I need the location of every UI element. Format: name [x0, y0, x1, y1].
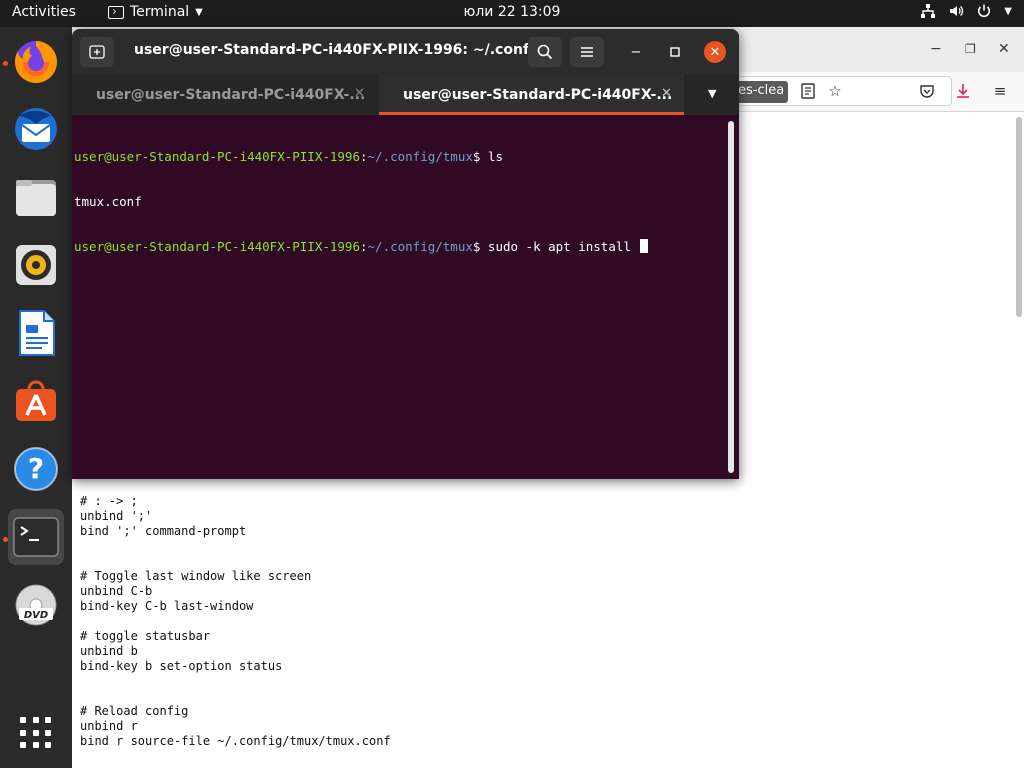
svg-text:DVD: DVD	[24, 610, 48, 621]
command-input[interactable]: $ sudo -k apt install	[473, 239, 639, 254]
terminal-icon	[108, 5, 124, 19]
bookmark-star-icon[interactable]: ☆	[825, 81, 845, 101]
thunderbird-icon[interactable]	[8, 101, 64, 157]
prompt-user: user@user-Standard-PC-i440FX-PIIX-1996	[74, 239, 360, 254]
show-applications-button[interactable]	[20, 717, 52, 749]
app-menu-label: Terminal	[130, 4, 190, 20]
terminal-output[interactable]: user@user-Standard-PC-i440FX-PIIX-1996:~…	[74, 119, 649, 284]
svg-text:?: ?	[28, 452, 44, 485]
prompt-separator: :	[359, 149, 368, 164]
chevron-down-icon[interactable]: ▼	[708, 87, 716, 100]
minimize-button[interactable]: −	[626, 42, 646, 62]
editor-line: bind r source-file ~/.config/tmux/tmux.c…	[80, 734, 391, 748]
dock: ? DVD	[0, 27, 72, 768]
terminal-window: user@user-Standard-PC-i440FX-PIIX-1996: …	[72, 29, 739, 479]
close-button[interactable]: ✕	[704, 41, 726, 63]
chevron-down-icon: ▼	[195, 6, 203, 18]
editor-line: unbind ';'	[80, 509, 153, 523]
volume-icon[interactable]	[948, 3, 964, 19]
clock[interactable]: юли 22 13:09	[464, 4, 561, 20]
firefox-icon[interactable]	[8, 33, 64, 89]
tab-terminal-1[interactable]: user@user-Standard-PC-i440FX-... ✕	[72, 75, 377, 115]
command-output: tmux.conf	[74, 194, 142, 209]
libreoffice-writer-icon[interactable]	[8, 305, 64, 361]
prompt-path: ~/.config/tmux	[367, 239, 473, 254]
menu-button[interactable]	[570, 37, 604, 67]
rhythmbox-icon[interactable]	[8, 237, 64, 293]
search-button[interactable]	[528, 37, 562, 67]
close-tab-icon[interactable]: ✕	[661, 86, 672, 101]
url-text: es-clea	[734, 81, 789, 103]
editor-line: unbind r	[80, 719, 138, 733]
tab-terminal-2[interactable]: user@user-Standard-PC-i440FX-... ✕	[379, 75, 684, 115]
close-tab-icon[interactable]: ✕	[354, 86, 365, 101]
download-icon[interactable]	[953, 81, 973, 101]
editor-line: # toggle statusbar	[80, 629, 211, 643]
terminal-line: tmux.conf	[74, 194, 648, 209]
editor-line: bind ';' command-prompt	[80, 524, 247, 538]
hamburger-menu-icon[interactable]: ≡	[990, 81, 1010, 101]
maximize-icon[interactable]: ❐	[965, 42, 976, 56]
maximize-icon	[670, 47, 680, 57]
chevron-down-icon[interactable]: ▼	[1004, 6, 1012, 17]
terminal-tab-bar: user@user-Standard-PC-i440FX-... ✕ user@…	[72, 75, 739, 115]
text-cursor	[640, 239, 649, 253]
dvd-icon[interactable]: DVD	[8, 577, 64, 633]
command-text: $ ls	[472, 149, 503, 164]
hamburger-icon	[581, 47, 593, 57]
app-menu[interactable]: Terminal ▼	[108, 4, 203, 20]
editor-line: unbind C-b	[80, 584, 153, 598]
editor-line: # Reload config	[80, 704, 189, 718]
reader-view-icon[interactable]	[798, 81, 818, 101]
terminal-titlebar[interactable]: user@user-Standard-PC-i440FX-PIIX-1996: …	[72, 29, 739, 75]
terminal-title: user@user-Standard-PC-i440FX-PIIX-1996: …	[134, 42, 560, 58]
editor-text[interactable]: # : -> ; unbind ';' bind ';' command-promp…	[80, 494, 391, 749]
editor-line: bind-key b set-option status	[80, 659, 283, 673]
files-icon[interactable]	[8, 169, 64, 225]
pocket-icon[interactable]	[917, 81, 937, 101]
editor-line: # Toggle last window like screen	[80, 569, 312, 583]
new-tab-button[interactable]	[80, 37, 114, 67]
editor-line: # : -> ;	[80, 494, 138, 508]
activities-button[interactable]: Activities	[12, 4, 76, 20]
power-icon[interactable]	[976, 3, 992, 19]
editor-line: bind-key C-b last-window	[80, 599, 254, 613]
search-icon	[537, 44, 553, 60]
minimize-icon[interactable]: −	[930, 41, 942, 57]
system-tray[interactable]: ▼	[920, 3, 1012, 19]
terminal-dock-icon[interactable]	[8, 509, 64, 565]
active-tab-indicator	[379, 112, 684, 115]
close-icon[interactable]: ✕	[998, 41, 1010, 57]
network-icon[interactable]	[920, 3, 936, 19]
prompt-separator: :	[359, 239, 368, 254]
help-icon[interactable]: ?	[8, 441, 64, 497]
tab-label: user@user-Standard-PC-i440FX-...	[403, 87, 673, 103]
maximize-button[interactable]	[665, 42, 685, 62]
terminal-line: user@user-Standard-PC-i440FX-PIIX-1996:~…	[74, 149, 648, 164]
prompt-user: user@user-Standard-PC-i440FX-PIIX-1996	[74, 149, 360, 164]
tab-label: user@user-Standard-PC-i440FX-...	[96, 87, 366, 103]
terminal-scrollbar[interactable]	[728, 121, 734, 473]
terminal-line: user@user-Standard-PC-i440FX-PIIX-1996:~…	[74, 239, 649, 254]
top-bar: Activities Terminal ▼ юли 22 13:09 ▼	[0, 0, 1024, 27]
editor-line: unbind b	[80, 644, 138, 658]
background-scrollbar[interactable]	[1016, 117, 1022, 317]
ubuntu-software-icon[interactable]	[8, 373, 64, 429]
prompt-path: ~/.config/tmux	[367, 149, 473, 164]
